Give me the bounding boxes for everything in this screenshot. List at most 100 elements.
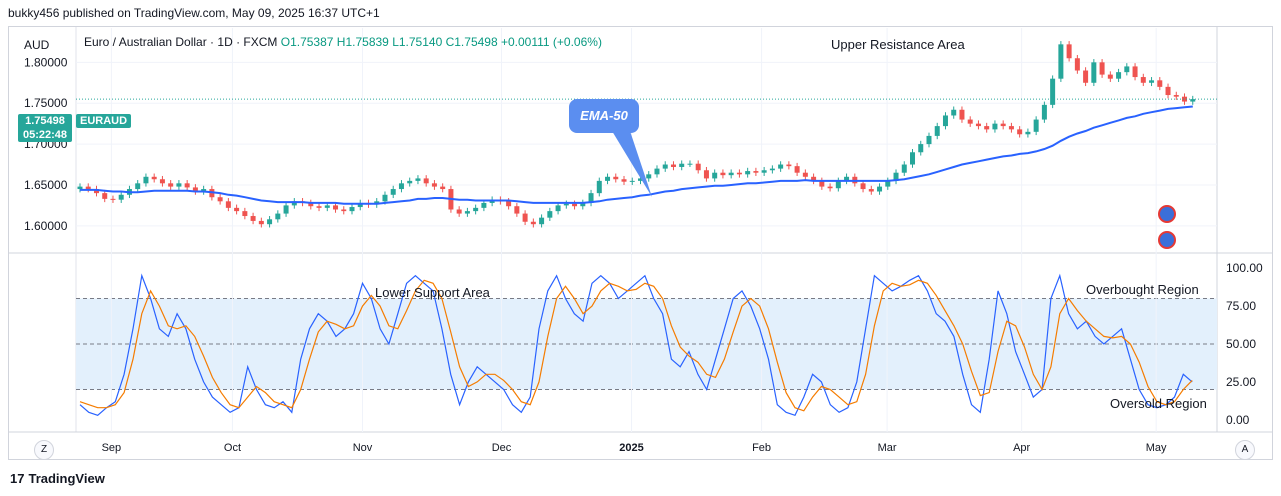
candle-body — [1173, 95, 1179, 97]
candle-body — [794, 166, 800, 173]
candle-body — [835, 180, 841, 189]
candle-body — [1132, 66, 1138, 78]
open-value: O1.75387 — [280, 35, 334, 49]
candle-body — [679, 163, 685, 167]
candle-body — [135, 183, 141, 190]
candle-body — [1140, 77, 1146, 83]
candle-body — [341, 209, 347, 212]
candle-body — [761, 170, 767, 173]
candle-body — [753, 171, 759, 173]
low-value: L1.75140 — [392, 35, 443, 49]
candle-body — [613, 176, 619, 180]
candle-body — [242, 211, 248, 217]
candle-body — [547, 211, 553, 218]
time-tick-label: May — [1146, 442, 1167, 454]
stoch-tick-label: 0.00 — [1226, 413, 1250, 427]
event-flag-icon[interactable] — [1158, 205, 1176, 223]
candle-body — [1099, 62, 1105, 75]
candle-body — [910, 152, 916, 165]
bar-countdown: 05:22:48 — [22, 129, 68, 141]
candle-body — [522, 213, 528, 222]
candle-body — [1083, 70, 1089, 83]
candle-body — [333, 205, 339, 210]
candle-body — [275, 213, 281, 220]
candle-body — [572, 203, 578, 207]
candle-body — [77, 186, 83, 190]
oversold-label[interactable]: Oversold Region — [1110, 396, 1207, 411]
overbought-label[interactable]: Overbought Region — [1086, 282, 1199, 297]
candle-body — [563, 203, 569, 206]
stoch-tick-label: 75.00 — [1226, 299, 1256, 313]
candle-body — [85, 186, 91, 190]
time-tick-label: Sep — [102, 442, 122, 454]
tradingview-logo[interactable]: 17 TradingView — [10, 471, 105, 486]
candle-body — [1066, 44, 1072, 59]
time-tick-label: Apr — [1013, 442, 1030, 454]
candle-body — [514, 206, 520, 214]
instrument-name[interactable]: Euro / Australian Dollar · 1D · FXCM — [84, 35, 277, 49]
candle-body — [992, 123, 998, 130]
candle-body — [1107, 74, 1113, 79]
candle-body — [802, 172, 808, 177]
candle-body — [868, 189, 874, 192]
stoch-tick-label: 100.00 — [1226, 261, 1263, 275]
candle-body — [151, 176, 157, 180]
candle-body — [695, 163, 701, 171]
candle-body — [934, 126, 940, 136]
ema-callout[interactable]: EMA-50 — [569, 99, 639, 133]
candle-body — [258, 220, 264, 225]
candle-body — [605, 176, 611, 181]
candle-body — [415, 178, 421, 181]
event-flag-icon[interactable] — [1158, 231, 1176, 249]
upper-resistance-label[interactable]: Upper Resistance Area — [831, 37, 965, 52]
price-tick-label: 1.65000 — [24, 178, 68, 192]
close-value: C1.75498 — [445, 35, 498, 49]
candle-body — [506, 201, 512, 207]
candle-body — [975, 123, 981, 127]
candle-body — [267, 219, 273, 225]
candle-body — [110, 198, 116, 200]
ohlc-legend: Euro / Australian Dollar · 1D · FXCM O1.… — [84, 35, 602, 49]
candle-body — [217, 197, 223, 202]
candle-body — [143, 176, 149, 184]
brand-name: TradingView — [28, 471, 105, 486]
candle-body — [464, 211, 470, 214]
lower-support-label[interactable]: Lower Support Area — [375, 285, 490, 300]
candle-body — [745, 171, 751, 175]
candle-body — [1017, 129, 1023, 135]
candle-body — [703, 170, 709, 179]
candle-body — [1116, 72, 1122, 79]
candle-body — [555, 205, 561, 212]
candle-body — [728, 172, 734, 176]
candle-body — [1041, 104, 1047, 120]
zoom-button[interactable]: Z — [34, 440, 54, 460]
candle-body — [1149, 80, 1155, 83]
price-tick-label: 1.60000 — [24, 219, 68, 233]
candle-body — [184, 183, 190, 188]
candle-body — [382, 194, 388, 202]
candle-body — [984, 126, 990, 130]
candle-body — [1000, 123, 1006, 127]
time-tick-label: Mar — [878, 442, 897, 454]
candle-body — [1157, 80, 1163, 87]
price-tick-label: 1.75000 — [24, 96, 68, 110]
currency-label[interactable]: AUD — [24, 38, 49, 52]
tradingview-mark-icon: 17 — [10, 471, 25, 486]
chart-canvas[interactable]: 1.800001.750001.700001.650001.60000100.0… — [0, 0, 1281, 496]
candle-body — [456, 209, 462, 214]
candle-body — [1050, 78, 1056, 105]
auto-scale-button[interactable]: A — [1235, 440, 1255, 460]
change-value: +0.00111 (+0.06%) — [500, 35, 602, 49]
candle-body — [539, 217, 545, 225]
time-tick-label: Oct — [224, 442, 241, 454]
candle-body — [225, 201, 231, 208]
candle-body — [670, 164, 676, 167]
candle-body — [736, 172, 742, 175]
candle-body — [1165, 86, 1171, 96]
candle-body — [324, 205, 330, 208]
candle-body — [1008, 126, 1014, 130]
candle-body — [530, 221, 536, 225]
symbol-tag: EURAUD — [76, 114, 132, 128]
candle-body — [407, 180, 413, 184]
candle-body — [398, 183, 404, 190]
